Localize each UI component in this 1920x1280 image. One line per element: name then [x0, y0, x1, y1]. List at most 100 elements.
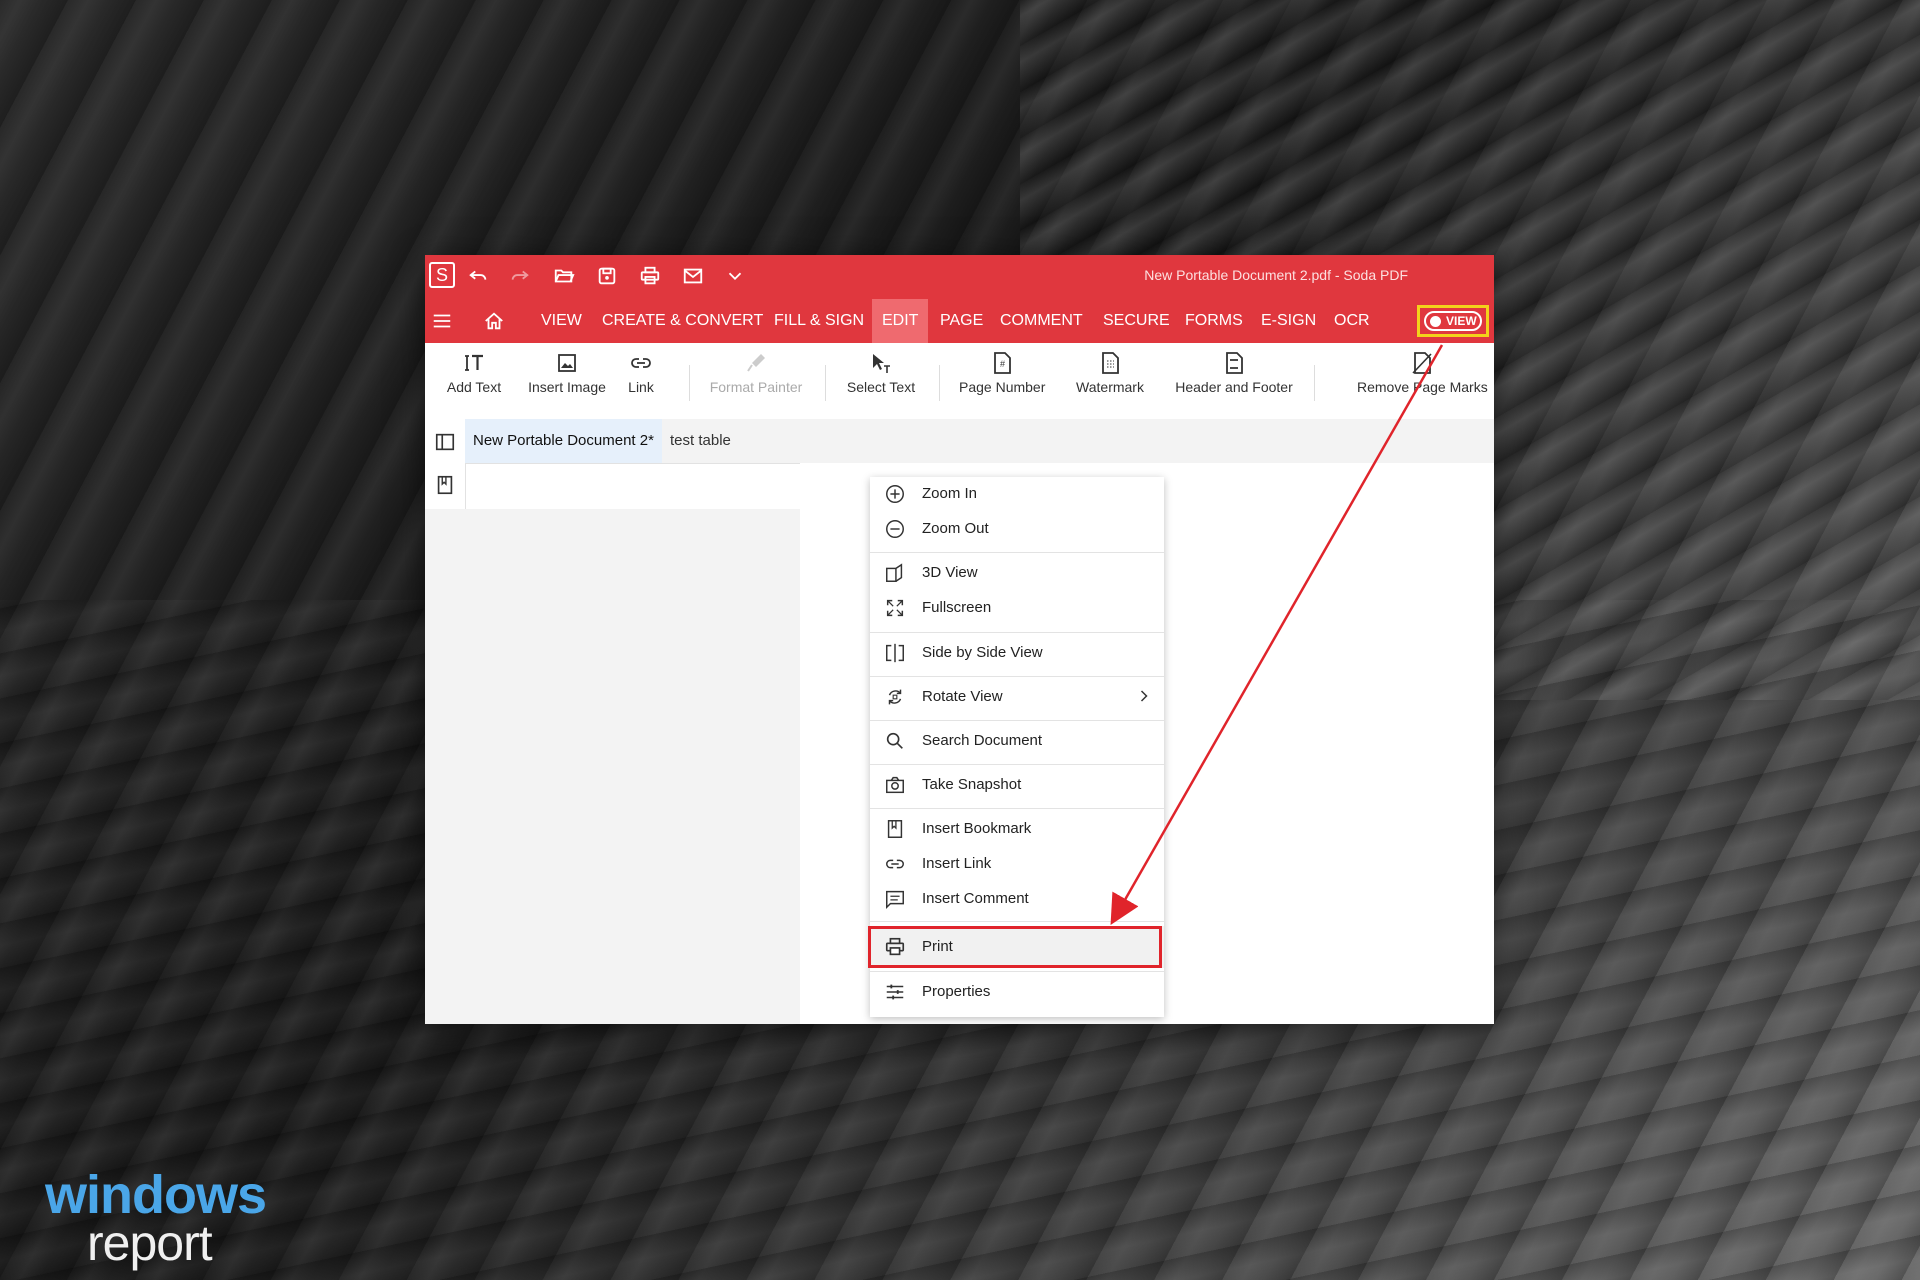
hamburger-menu-icon[interactable] — [431, 310, 457, 332]
insert-image-icon — [527, 343, 607, 379]
chevron-down-icon[interactable] — [722, 265, 748, 289]
menu-divider — [870, 764, 1164, 765]
select-text-button[interactable]: Select Text — [843, 343, 919, 419]
menu-item-fullscreen[interactable]: Fullscreen — [870, 591, 1164, 625]
add-text-button[interactable]: Add Text — [443, 343, 505, 419]
view-mode-toggle[interactable]: VIEW — [1417, 305, 1489, 337]
document-tabs: New Portable Document 2* test table — [465, 419, 1494, 464]
logo-line-2: report — [87, 1215, 213, 1271]
ribbon-separator — [939, 365, 940, 401]
menu-item-label: Insert Link — [922, 855, 992, 872]
soda-logo[interactable]: S — [429, 262, 455, 288]
tab-forms[interactable]: FORMS — [1175, 299, 1253, 343]
view-toggle-pill[interactable]: VIEW — [1424, 311, 1482, 331]
format-painter-label: Format Painter — [709, 379, 803, 395]
fullscreen-icon — [884, 597, 906, 619]
side-panel-strip — [425, 419, 466, 510]
header-footer-icon — [1175, 343, 1293, 379]
page-number-button[interactable]: # Page Number — [959, 343, 1045, 419]
logo-line-1: windows — [45, 1165, 267, 1225]
bookmark-panel-icon[interactable] — [434, 474, 456, 496]
view-toggle-label: VIEW — [1446, 314, 1477, 328]
print-icon[interactable] — [637, 265, 663, 289]
menu-divider — [870, 971, 1164, 972]
zoom-in-icon — [884, 483, 906, 505]
link-icon — [622, 343, 660, 379]
menu-item-label: Rotate View — [922, 688, 1003, 705]
select-text-label: Select Text — [846, 379, 916, 395]
doc-tab-test-table[interactable]: test table — [662, 419, 739, 463]
add-text-icon — [443, 343, 505, 379]
menu-divider — [870, 921, 1164, 922]
chevron-right-icon — [1134, 686, 1154, 706]
menu-item-zoom-in[interactable]: Zoom In — [870, 477, 1164, 511]
page-number-label: Page Number — [959, 379, 1046, 395]
menu-item-insert-link[interactable]: Insert Link — [870, 847, 1164, 881]
print-icon — [884, 936, 906, 958]
menu-item-rotate-view[interactable]: Rotate View — [870, 680, 1164, 714]
menu-item-label: Zoom In — [922, 485, 978, 502]
header-footer-label: Header and Footer — [1175, 379, 1293, 395]
tab-create-convert[interactable]: CREATE & CONVERT — [592, 299, 773, 343]
undo-icon[interactable] — [465, 265, 491, 289]
edit-ribbon: Add Text Insert Image Link Format Painte… — [425, 343, 1494, 420]
tab-fill-sign[interactable]: FILL & SIGN — [764, 299, 874, 343]
tab-ocr[interactable]: OCR — [1324, 299, 1380, 343]
tab-comment[interactable]: COMMENT — [990, 299, 1093, 343]
properties-icon — [884, 981, 906, 1003]
menu-divider — [870, 720, 1164, 721]
tab-view[interactable]: VIEW — [531, 299, 592, 343]
save-icon[interactable] — [594, 265, 620, 289]
email-icon[interactable] — [680, 265, 706, 289]
menu-item-properties[interactable]: Properties — [870, 975, 1164, 1009]
insert-image-button[interactable]: Insert Image — [527, 343, 607, 419]
link-button[interactable]: Link — [622, 343, 660, 419]
app-window: S New Portable Document 2.pdf - Soda PDF — [425, 255, 1494, 1024]
menu-item-insert-comment[interactable]: Insert Comment — [870, 882, 1164, 916]
format-painter-icon — [708, 343, 804, 379]
link-icon — [884, 853, 906, 875]
tab-edit[interactable]: EDIT — [872, 299, 929, 343]
menu-divider — [870, 808, 1164, 809]
menu-item-3d-view[interactable]: 3D View — [870, 556, 1164, 590]
menu-item-take-snapshot[interactable]: Take Snapshot — [870, 768, 1164, 802]
side-by-side-icon — [884, 642, 906, 664]
select-text-icon — [843, 343, 919, 379]
header-footer-button[interactable]: Header and Footer — [1175, 343, 1293, 419]
menu-bar: VIEW CREATE & CONVERT FILL & SIGN EDIT P… — [425, 299, 1494, 343]
bookmark-icon — [884, 818, 906, 840]
panel-toggle-icon[interactable] — [434, 431, 456, 453]
menu-divider — [870, 552, 1164, 553]
menu-item-side-by-side[interactable]: Side by Side View — [870, 636, 1164, 670]
ribbon-separator — [1314, 365, 1315, 401]
home-icon[interactable] — [483, 310, 509, 332]
tab-secure[interactable]: SECURE — [1093, 299, 1180, 343]
remove-page-marks-icon — [1357, 343, 1487, 379]
open-folder-icon[interactable] — [551, 265, 577, 289]
ribbon-separator — [825, 365, 826, 401]
format-painter-button[interactable]: Format Painter — [708, 343, 804, 419]
menu-item-label: Insert Bookmark — [922, 820, 1032, 837]
menu-item-label: Properties — [922, 983, 991, 1000]
redo-icon[interactable] — [507, 265, 533, 289]
remove-page-marks-button[interactable]: Remove Page Marks — [1357, 343, 1488, 419]
menu-item-label: Print — [922, 938, 953, 955]
rotate-icon — [884, 686, 906, 708]
menu-item-insert-bookmark[interactable]: Insert Bookmark — [870, 812, 1164, 846]
3d-view-icon — [884, 562, 906, 584]
context-menu: Zoom In Zoom Out 3D View Fullscreen Side… — [868, 477, 1164, 1017]
menu-item-search-document[interactable]: Search Document — [870, 724, 1164, 758]
remove-page-marks-label: Remove Page Marks — [1357, 379, 1488, 395]
tab-e-sign[interactable]: E-SIGN — [1251, 299, 1326, 343]
menu-item-label: Insert Comment — [922, 890, 1029, 907]
svg-text:#: # — [1000, 359, 1005, 369]
menu-item-zoom-out[interactable]: Zoom Out — [870, 512, 1164, 546]
left-panel — [425, 509, 801, 1024]
tab-page[interactable]: PAGE — [930, 299, 993, 343]
menu-item-print[interactable]: Print — [868, 926, 1164, 968]
toggle-dot-icon — [1430, 316, 1441, 327]
watermark-button[interactable]: Watermark — [1073, 343, 1147, 419]
doc-tab-active[interactable]: New Portable Document 2* — [465, 419, 662, 463]
menu-item-label: Side by Side View — [922, 644, 1043, 661]
search-icon — [884, 730, 906, 752]
